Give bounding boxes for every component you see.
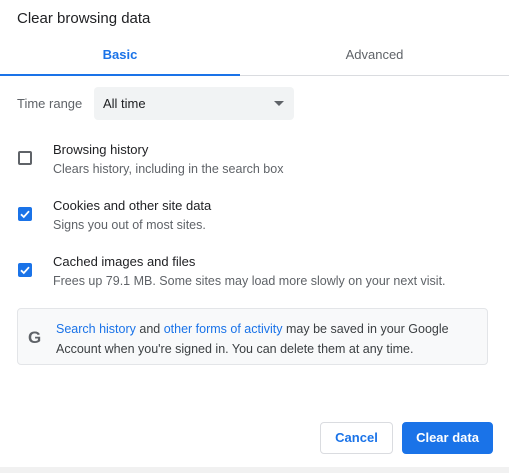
clear-browsing-data-dialog: Clear browsing data Basic Advanced Time … (0, 0, 509, 467)
tab-bar: Basic Advanced (0, 38, 509, 76)
other-activity-link[interactable]: other forms of activity (164, 322, 283, 336)
time-range-select[interactable]: All time (94, 87, 294, 120)
clear-data-button[interactable]: Clear data (402, 422, 493, 454)
option-description: Signs you out of most sites. (53, 218, 206, 232)
time-range-label: Time range (17, 96, 83, 111)
search-history-link[interactable]: Search history (56, 322, 136, 336)
checkmark-icon (20, 210, 30, 219)
option-label: Cached images and files (53, 254, 196, 269)
cancel-button[interactable]: Cancel (320, 422, 393, 454)
option-browsing-history: Browsing history Clears history, includi… (0, 142, 509, 188)
dropdown-arrow-icon (274, 101, 284, 106)
checkmark-icon (20, 266, 30, 275)
google-g-icon: G (28, 328, 42, 347)
option-label: Cookies and other site data (53, 198, 212, 213)
tab-advanced[interactable]: Advanced (240, 38, 509, 75)
option-label: Browsing history (53, 142, 149, 157)
browsing-history-checkbox[interactable] (18, 151, 32, 165)
notice-text-mid: and (135, 322, 164, 336)
option-description: Frees up 79.1 MB. Some sites may load mo… (53, 274, 446, 288)
option-cookies: Cookies and other site data Signs you ou… (0, 198, 509, 244)
notice-text: Search history and other forms of activi… (56, 319, 476, 359)
tab-basic[interactable]: Basic (0, 38, 240, 76)
cached-images-checkbox[interactable] (18, 263, 32, 277)
option-description: Clears history, including in the search … (53, 162, 284, 176)
option-cached-images: Cached images and files Frees up 79.1 MB… (0, 254, 509, 300)
dialog-title: Clear browsing data (17, 10, 151, 27)
google-account-notice: G Search history and other forms of acti… (17, 308, 488, 365)
time-range-value: All time (103, 96, 146, 111)
cookies-checkbox[interactable] (18, 207, 32, 221)
